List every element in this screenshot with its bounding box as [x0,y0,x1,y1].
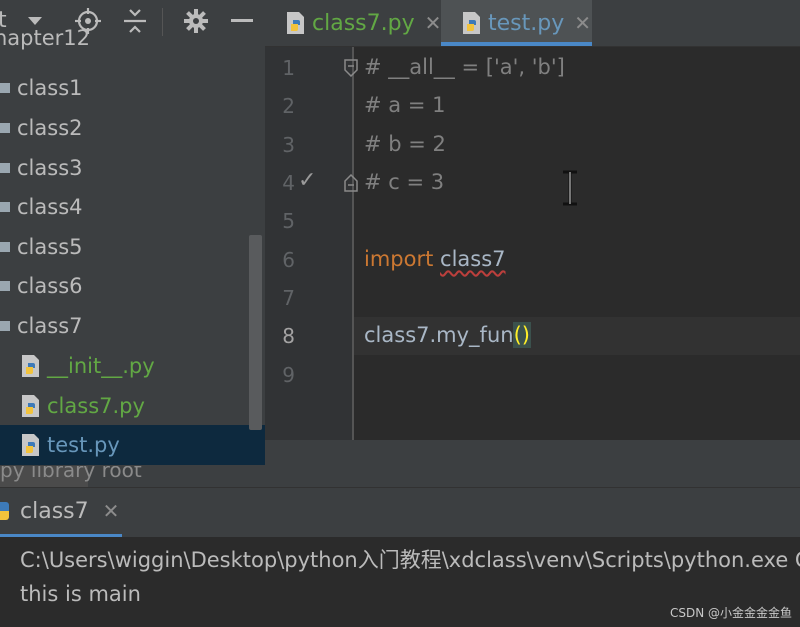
run-console[interactable]: C:\Users\wiggin\Desktop\python入门教程\xdcla… [0,537,800,627]
line-number: 4 [282,171,295,195]
keyword-import: import [364,247,434,271]
code-line-6[interactable]: import class7 [364,247,506,271]
run-tab-label: class7 [20,498,89,524]
line-number: 7 [282,286,295,310]
tree-item-label: hapter12 [0,26,91,50]
tree-item-label: class7 [17,314,83,338]
tree-item-package[interactable]: class6 [0,266,265,306]
tree-item-package[interactable]: class1 [0,68,265,108]
console-line: C:\Users\wiggin\Desktop\python入门教程\xdcla… [20,548,800,572]
fold-end-icon[interactable] [343,173,359,196]
project-panel: t hapter12 class1 class2 class3 class4 c… [0,0,265,487]
package-icon [0,281,10,291]
line-number: 6 [282,248,295,272]
paren-close: ) [520,322,532,348]
tab-label: test.py [488,10,565,36]
close-icon[interactable]: ✕ [574,11,591,35]
tab-test-py[interactable]: test.py ✕ [441,0,592,46]
tree-item-package[interactable]: class3 [0,148,265,188]
code-line-2[interactable]: # a = 1 [364,93,445,117]
tree-item-label: __init__.py [47,354,155,378]
console-line: this is main [20,582,141,606]
close-icon[interactable]: ✕ [425,11,442,35]
python-file-icon [22,355,39,377]
tree-item-package[interactable]: class7 [0,306,265,346]
tree-item-package[interactable]: class2 [0,108,265,148]
tree-item-chapter[interactable]: hapter12 [0,18,265,58]
tree-item-package[interactable]: class4 [0,187,265,227]
line-number: 1 [282,56,295,80]
tree-scrollbar[interactable] [249,235,262,430]
active-tab-indicator [441,42,592,46]
python-file-icon [463,12,480,34]
code-line-1[interactable]: # __all__ = ['a', 'b'] [364,55,565,79]
python-file-icon [287,12,304,34]
tree-item-label: class5 [17,235,83,259]
python-file-icon [22,395,39,417]
run-panel-header: class7 ✕ [0,487,800,538]
editor-tab-bar: class7.py ✕ test.py ✕ [265,0,800,47]
tree-item-file[interactable]: __init__.py [0,346,265,386]
package-icon [0,202,10,212]
tree-item-label: class4 [17,195,83,219]
package-icon [0,321,10,331]
text-cursor-icon [560,170,580,210]
tree-item-label: test.py [47,433,120,457]
code-line-3[interactable]: # b = 2 [364,132,446,156]
tab-label: class7.py [312,10,415,36]
tab-class7-py[interactable]: class7.py ✕ [265,0,441,46]
line-number: 5 [282,209,295,233]
tree-item-library-root[interactable]: py library root [0,466,265,487]
close-icon[interactable]: ✕ [103,499,120,523]
tree-item-label: class7.py [47,394,145,418]
function-call: class7.my_fun [364,323,514,347]
package-icon [0,163,10,173]
line-number: 2 [282,94,295,118]
line-number-current: 8 [282,324,295,348]
paren-open: ( [512,322,523,348]
python-file-icon [22,434,39,456]
editor-footer [265,440,800,487]
tree-item-file-selected[interactable]: test.py [0,425,265,465]
line-number: 3 [282,133,295,157]
code-line-4[interactable]: # c = 3 [364,170,444,194]
run-tab-class7[interactable]: class7 ✕ [0,488,119,534]
code-line-8[interactable]: class7.my_fun() [364,322,532,348]
package-icon [0,123,10,133]
tree-item-label: py library root [0,466,142,482]
python-icon [0,502,9,520]
package-icon [0,242,10,252]
package-icon [0,83,10,93]
tree-item-package[interactable]: class5 [0,227,265,267]
tree-item-label: class6 [17,274,83,298]
tree-item-file[interactable]: class7.py [0,386,265,426]
line-number: 9 [282,363,295,387]
module-name: class7 [440,247,506,271]
check-mark-icon: ✓ [298,168,317,193]
watermark: CSDN @小金金金金鱼 [669,606,792,620]
tree-item-label: class1 [17,76,83,100]
tree-item-label: class3 [17,156,83,180]
tree-item-label: class2 [17,116,83,140]
fold-icon[interactable] [343,59,359,81]
